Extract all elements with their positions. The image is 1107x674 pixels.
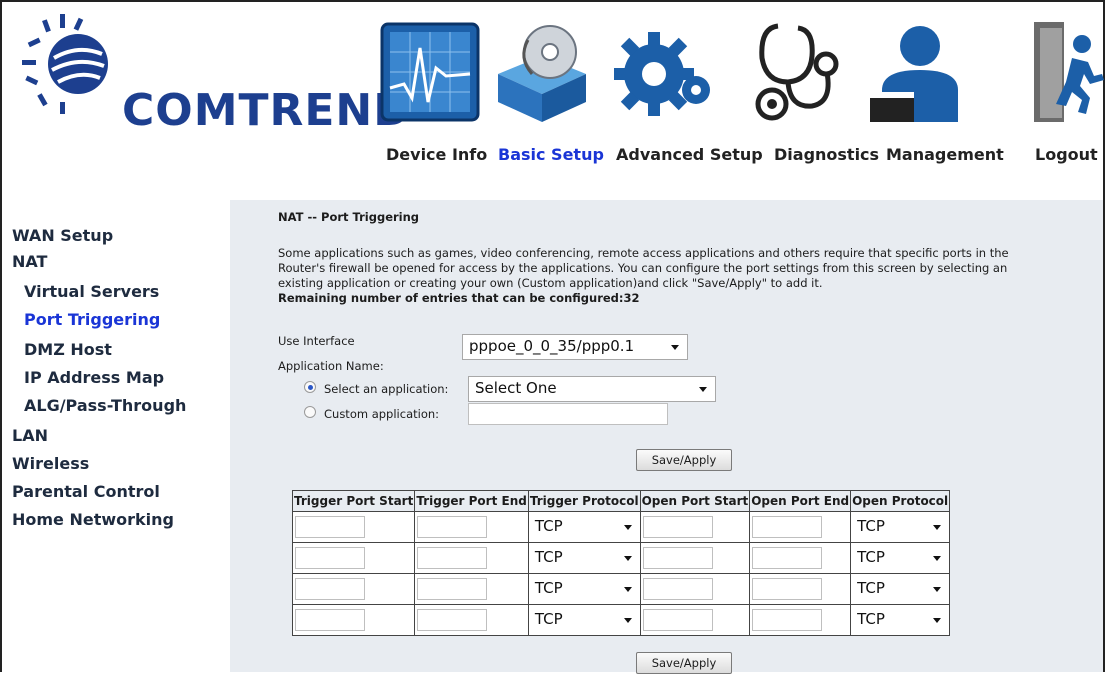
brand-name: COMTREND	[122, 85, 411, 136]
chevron-down-icon	[671, 345, 679, 350]
chevron-down-icon	[623, 618, 632, 623]
table-row: TCP TCP	[291, 511, 951, 543]
open-port-start-input[interactable]	[642, 547, 713, 569]
open-protocol-value: TCP	[857, 579, 885, 597]
nav-device-info[interactable]: Device Info	[386, 145, 487, 164]
logout-icon[interactable]	[1032, 18, 1104, 126]
use-interface-select[interactable]: pppoe_0_0_35/ppp0.1	[462, 334, 688, 360]
trigger-port-end-input[interactable]	[417, 547, 488, 569]
chevron-down-icon	[933, 525, 942, 530]
management-icon[interactable]	[866, 18, 974, 126]
sidebar-item-nat[interactable]: NAT	[12, 252, 47, 271]
open-protocol-select[interactable]: TCP	[853, 545, 948, 571]
select-application-radio[interactable]	[304, 381, 316, 393]
nav-logout[interactable]: Logout	[1035, 145, 1098, 164]
trigger-protocol-value: TCP	[534, 579, 563, 597]
header-trigger-port-start: Trigger Port Start	[291, 490, 416, 512]
open-port-start-input[interactable]	[642, 516, 713, 538]
description-line-3: existing application or creating your ow…	[278, 276, 823, 290]
trigger-port-end-input[interactable]	[417, 516, 488, 538]
sidebar-item-dmz-host[interactable]: DMZ Host	[24, 340, 112, 359]
header-open-port-end: Open Port End	[749, 490, 852, 512]
trigger-port-start-input[interactable]	[295, 609, 365, 631]
trigger-port-start-input[interactable]	[295, 578, 365, 600]
select-application-label: Select an application:	[324, 382, 449, 396]
description-line-2: Router's firewall be opened for access b…	[278, 261, 1008, 275]
chevron-down-icon	[623, 525, 632, 530]
table-row: TCP TCP	[291, 573, 951, 605]
page-title: NAT -- Port Triggering	[278, 210, 420, 224]
use-interface-label: Use Interface	[278, 334, 355, 348]
save-apply-button-top[interactable]: Save/Apply	[636, 449, 732, 471]
open-protocol-value: TCP	[857, 548, 885, 566]
trigger-protocol-value: TCP	[534, 548, 563, 566]
diagnostics-icon[interactable]	[742, 18, 850, 126]
trigger-port-start-input[interactable]	[295, 516, 365, 538]
chevron-down-icon	[933, 556, 942, 561]
open-port-start-input[interactable]	[642, 609, 713, 631]
open-port-end-input[interactable]	[752, 516, 823, 538]
trigger-port-end-input[interactable]	[417, 609, 488, 631]
remaining-entries: Remaining number of entries that can be …	[278, 291, 640, 305]
sidebar-item-parental-control[interactable]: Parental Control	[12, 482, 160, 501]
main-content: NAT -- Port Triggering Some applications…	[230, 200, 1103, 674]
open-protocol-select[interactable]: TCP	[853, 514, 948, 540]
custom-application-label: Custom application:	[324, 407, 440, 421]
sidebar-item-home-networking[interactable]: Home Networking	[12, 510, 174, 529]
use-interface-value: pppoe_0_0_35/ppp0.1	[469, 337, 635, 355]
trigger-protocol-select[interactable]: TCP	[530, 545, 638, 571]
device-info-icon[interactable]	[376, 18, 484, 126]
table-row: TCP TCP	[291, 542, 951, 574]
sidebar-item-port-triggering[interactable]: Port Triggering	[24, 310, 160, 329]
basic-setup-icon[interactable]	[488, 18, 596, 126]
trigger-protocol-select[interactable]: TCP	[530, 607, 638, 633]
chevron-down-icon	[623, 587, 632, 592]
open-protocol-select[interactable]: TCP	[853, 607, 948, 633]
nav-management[interactable]: Management	[886, 145, 1004, 164]
trigger-port-start-input[interactable]	[295, 547, 365, 569]
sidebar-item-wireless[interactable]: Wireless	[12, 454, 89, 473]
header-trigger-protocol: Trigger Protocol	[527, 490, 641, 512]
sidebar: WAN Setup NAT Virtual Servers Port Trigg…	[2, 200, 230, 672]
trigger-protocol-value: TCP	[534, 610, 563, 628]
trigger-protocol-select[interactable]: TCP	[530, 576, 638, 602]
open-protocol-value: TCP	[857, 610, 885, 628]
table-header-row: Trigger Port Start Trigger Port End Trig…	[291, 490, 951, 512]
sidebar-item-wan-setup[interactable]: WAN Setup	[12, 226, 113, 245]
description-line-1: Some applications such as games, video c…	[278, 246, 1009, 260]
trigger-protocol-select[interactable]: TCP	[530, 514, 638, 540]
sidebar-item-virtual-servers[interactable]: Virtual Servers	[24, 282, 159, 301]
select-application-value: Select One	[475, 379, 557, 397]
sidebar-item-alg-pass-through[interactable]: ALG/Pass-Through	[24, 396, 186, 415]
open-port-end-input[interactable]	[752, 578, 823, 600]
save-apply-button-bottom[interactable]: Save/Apply	[636, 652, 732, 674]
advanced-setup-icon[interactable]	[610, 18, 718, 126]
select-application-select[interactable]: Select One	[468, 376, 716, 402]
port-triggering-table: Trigger Port Start Trigger Port End Trig…	[291, 490, 951, 636]
header-open-protocol: Open Protocol	[850, 490, 951, 512]
nav-diagnostics[interactable]: Diagnostics	[774, 145, 879, 164]
nav-basic-setup[interactable]: Basic Setup	[498, 145, 604, 164]
header-open-port-start: Open Port Start	[639, 490, 751, 512]
chevron-down-icon	[933, 618, 942, 623]
trigger-port-end-input[interactable]	[417, 578, 488, 600]
open-port-end-input[interactable]	[752, 547, 823, 569]
sidebar-item-ip-address-map[interactable]: IP Address Map	[24, 368, 164, 387]
open-protocol-select[interactable]: TCP	[853, 576, 948, 602]
header: COMTREND Device Info Basic Setup Advance…	[2, 2, 1104, 200]
custom-application-radio[interactable]	[304, 406, 316, 418]
application-name-label: Application Name:	[278, 359, 384, 373]
open-port-end-input[interactable]	[752, 609, 823, 631]
sidebar-item-lan[interactable]: LAN	[12, 426, 48, 445]
custom-application-input[interactable]	[468, 403, 668, 425]
chevron-down-icon	[699, 387, 707, 392]
chevron-down-icon	[933, 587, 942, 592]
nav-advanced-setup[interactable]: Advanced Setup	[616, 145, 763, 164]
header-trigger-port-end: Trigger Port End	[414, 490, 529, 512]
table-row: TCP TCP	[291, 604, 951, 636]
trigger-protocol-value: TCP	[534, 517, 563, 535]
chevron-down-icon	[623, 556, 632, 561]
open-protocol-value: TCP	[857, 517, 885, 535]
open-port-start-input[interactable]	[642, 578, 713, 600]
